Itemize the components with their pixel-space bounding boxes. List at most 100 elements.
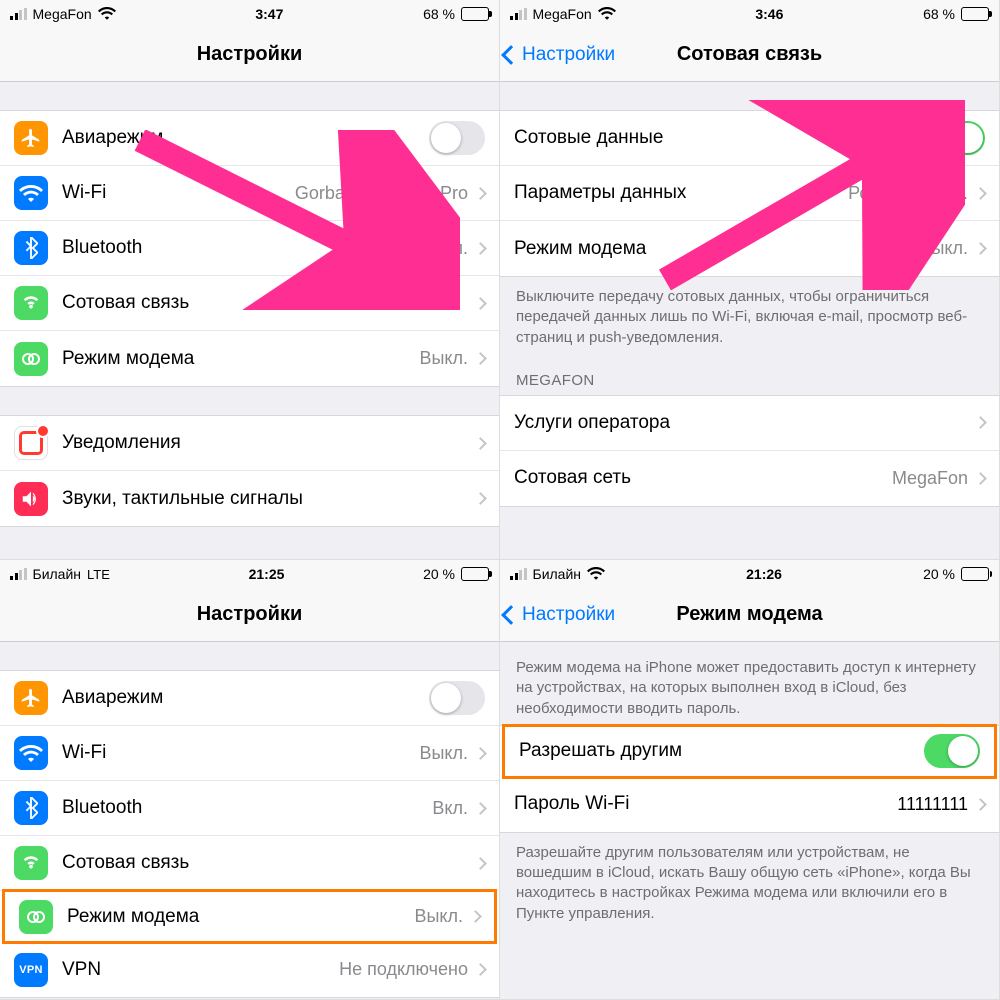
chevron-icon [474,437,487,450]
wifi-icon [98,6,116,23]
hotspot-group: Разрешать другим Пароль Wi-Fi 11111111 [500,725,999,833]
row-label: Пароль Wi-Fi [514,793,630,815]
toggle-airplane[interactable] [429,121,485,155]
notifications-icon [14,426,48,460]
row-cellular[interactable]: Сотовая связь [0,836,499,891]
chevron-icon [474,492,487,505]
chevron-icon [474,963,487,976]
network-type: LTE [87,567,110,582]
signal-icon [10,568,27,580]
nav-header: Настройки Сотовая связь [500,28,999,82]
row-label: Услуги оператора [514,412,670,434]
row-value: Роуминг выкл. [848,183,968,204]
row-value: Gorban MacBook Pro [295,183,468,204]
row-bluetooth[interactable]: Bluetooth Вкл. [0,781,499,836]
back-label: Настройки [522,604,615,626]
toggle-cellular-data[interactable] [929,121,985,155]
chevron-icon [474,242,487,255]
settings-group-alerts: Уведомления Звуки, тактильные сигналы [0,415,499,527]
row-label: Режим модема [514,238,646,260]
row-wifi[interactable]: Wi-Fi Gorban MacBook Pro [0,166,499,221]
row-wifi[interactable]: Wi-Fi Выкл. [0,726,499,781]
row-label: Сотовая сеть [514,467,631,489]
chevron-icon [474,187,487,200]
row-label: Сотовые данные [514,127,663,149]
cellular-icon [14,846,48,880]
status-bar: Билайн LTE 21:25 20 % [0,560,499,588]
chevron-icon [474,297,487,310]
chevron-icon [974,798,987,811]
hotspot-icon [19,900,53,934]
row-vpn[interactable]: VPN VPN Не подключено [0,942,499,997]
status-time: 21:26 [746,566,782,582]
row-value: 11111111 [897,794,968,815]
cellular-group: Сотовые данные Параметры данных Роуминг … [500,110,999,277]
row-label: Режим модема [62,348,194,370]
chevron-back-icon [501,605,521,625]
status-time: 21:25 [249,566,285,582]
row-carrier-services[interactable]: Услуги оператора [500,396,999,451]
intro-help: Режим модема на iPhone может предоставит… [500,642,999,725]
hotspot-icon [14,342,48,376]
chevron-icon [974,242,987,255]
row-cellular-data[interactable]: Сотовые данные [500,111,999,166]
page-title: Настройки [197,603,303,626]
row-notifications[interactable]: Уведомления [0,416,499,471]
row-data-options[interactable]: Параметры данных Роуминг выкл. [500,166,999,221]
carrier-label: Билайн [33,566,82,582]
row-bluetooth[interactable]: Bluetooth Вкл. [0,221,499,276]
row-cellular-network[interactable]: Сотовая сеть MegaFon [500,451,999,506]
wifi-icon [14,176,48,210]
row-airplane[interactable]: Авиарежим [0,111,499,166]
row-wifi-password[interactable]: Пароль Wi-Fi 11111111 [500,777,999,832]
section-header: MEGAFON [500,354,999,395]
chevron-icon [974,416,987,429]
battery-pct: 68 % [423,6,455,22]
carrier-label: MegaFon [33,6,92,22]
signal-icon [510,568,527,580]
chevron-icon [474,802,487,815]
screen-settings-root: MegaFon 3:47 68 % Настройки Авиарежим Wi… [0,0,500,560]
row-hotspot[interactable]: Режим модема Выкл. [500,221,999,276]
wifi-icon [598,6,616,23]
row-airplane[interactable]: Авиарежим [0,671,499,726]
battery-icon [961,567,989,581]
page-title: Настройки [197,43,303,66]
row-hotspot[interactable]: Режим модема Выкл. [0,331,499,386]
row-value: Вкл. [432,798,468,819]
toggle-airplane[interactable] [429,681,485,715]
row-cellular[interactable]: Сотовая связь [0,276,499,331]
row-label: Звуки, тактильные сигналы [62,488,303,510]
chevron-back-icon [501,45,521,65]
row-sounds[interactable]: Звуки, тактильные сигналы [0,471,499,526]
row-label: Режим модема [67,906,199,928]
chevron-icon [469,910,482,923]
battery-icon [961,7,989,21]
page-title: Сотовая связь [677,43,822,66]
bluetooth-icon [14,231,48,265]
toggle-allow-others[interactable] [924,734,980,768]
back-button[interactable]: Настройки [504,44,615,66]
row-allow-others[interactable]: Разрешать другим [502,724,997,779]
row-value: Не подключено [339,959,468,980]
sounds-icon [14,482,48,516]
back-button[interactable]: Настройки [504,604,615,626]
footer-help: Выключите передачу сотовых данных, чтобы… [500,277,999,354]
row-label: Авиарежим [62,127,163,149]
nav-header: Настройки Режим модема [500,588,999,642]
back-label: Настройки [522,44,615,66]
footer-help: Разрешайте другим пользователям или устр… [500,833,999,930]
wifi-icon [14,736,48,770]
row-label: Сотовая связь [62,852,189,874]
status-time: 3:46 [755,6,783,22]
row-value: Выкл. [419,348,468,369]
status-bar: Билайн 21:26 20 % [500,560,999,588]
settings-group-network: Авиарежим Wi-Fi Выкл. Bluetooth Вкл. Сот… [0,670,499,998]
vpn-icon: VPN [14,953,48,987]
airplane-icon [14,681,48,715]
row-hotspot[interactable]: Режим модема Выкл. [2,889,497,944]
chevron-icon [974,187,987,200]
row-value: Выкл. [919,238,968,259]
settings-group-network: Авиарежим Wi-Fi Gorban MacBook Pro Bluet… [0,110,499,387]
cellular-icon [14,286,48,320]
